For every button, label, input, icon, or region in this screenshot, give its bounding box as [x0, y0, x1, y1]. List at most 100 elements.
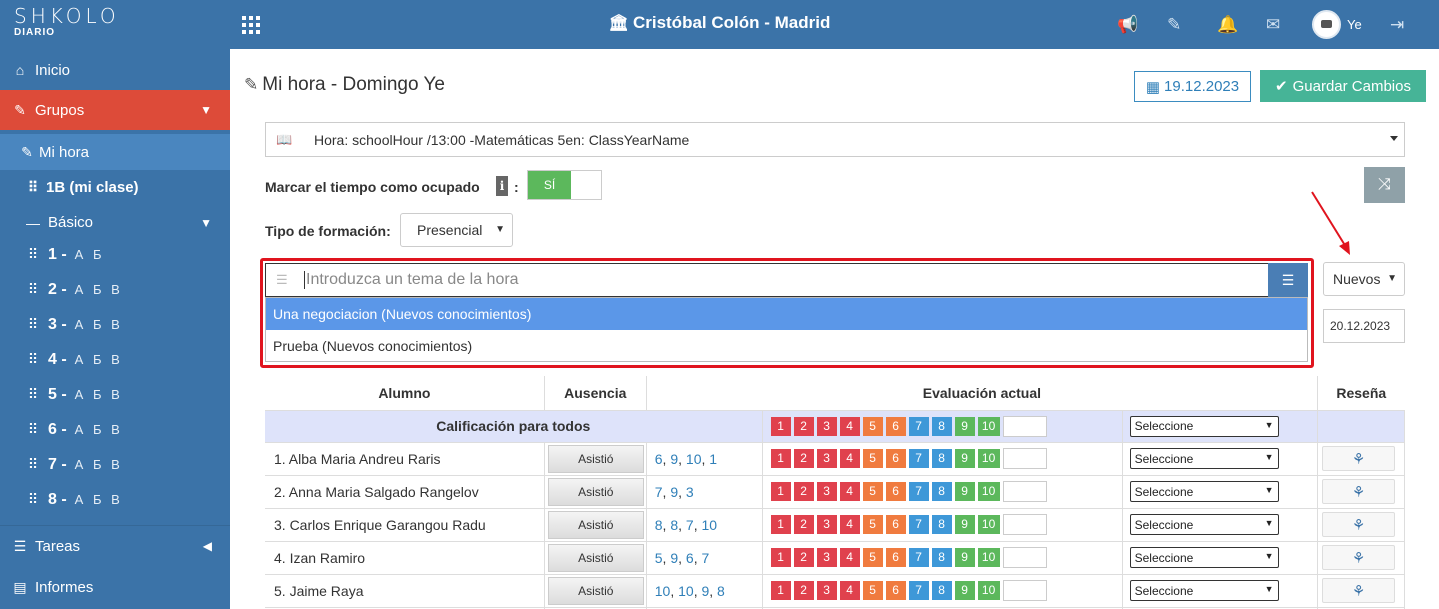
grade-2-button[interactable]: 2: [793, 449, 814, 468]
column-header[interactable]: Ausencia: [544, 376, 647, 411]
training-type-select[interactable]: Presencial ▼: [400, 213, 513, 247]
select-dropdown[interactable]: Seleccione ▼: [1129, 481, 1279, 502]
sidebar-item-reports[interactable]: ▤ Informes: [0, 567, 230, 607]
grade-input[interactable]: [1002, 448, 1047, 469]
sidebar-item-basic[interactable]: — Básico ▼: [0, 205, 230, 240]
grade-9-button[interactable]: 9: [954, 581, 975, 600]
grade-input[interactable]: [1002, 481, 1047, 502]
user-name[interactable]: Ye: [1347, 17, 1362, 32]
previous-grade-link[interactable]: 7: [701, 550, 709, 566]
award-icon[interactable]: ⚘: [1322, 578, 1396, 603]
grade-7-button[interactable]: 7: [908, 482, 929, 501]
grade-5-button[interactable]: 5: [862, 581, 883, 600]
grade-7-button[interactable]: 7: [908, 581, 929, 600]
topic-list-button[interactable]: ☰: [1268, 263, 1308, 297]
grade-9-button[interactable]: 9: [954, 515, 975, 534]
grade-6-button[interactable]: 6: [885, 449, 906, 468]
grade-9-button[interactable]: 9: [954, 548, 975, 567]
grade-5-button[interactable]: 5: [862, 482, 883, 501]
date-picker-button[interactable]: ▦ 19.12.2023: [1134, 71, 1251, 102]
attendance-button[interactable]: Asistió: [547, 576, 644, 605]
sidebar-item-grade-1[interactable]: ⠿ 1 - А Б: [0, 237, 230, 272]
sidebar-item-grade-2[interactable]: ⠿ 2 - А Б В: [0, 272, 230, 307]
grade-7-button[interactable]: 7: [908, 515, 929, 534]
sidebar-item-grade-7[interactable]: ⠿ 7 - А Б В: [0, 447, 230, 482]
previous-grade-link[interactable]: 8: [717, 583, 725, 599]
grade-6-button[interactable]: 6: [885, 548, 906, 567]
previous-grade-link[interactable]: 8: [655, 517, 663, 533]
previous-grade-link[interactable]: 8: [670, 517, 678, 533]
grade-3-button[interactable]: 3: [816, 449, 837, 468]
grade-2-button[interactable]: 2: [793, 416, 814, 436]
student-name[interactable]: 5. Jaime Raya: [265, 574, 545, 608]
attendance-button[interactable]: Asistió: [547, 543, 644, 572]
grade-8-button[interactable]: 8: [931, 581, 952, 600]
grade-9-button[interactable]: 9: [954, 482, 975, 501]
busy-time-toggle[interactable]: SÍ: [527, 170, 602, 200]
grade-10-button[interactable]: 10: [977, 581, 1000, 600]
grade-1-button[interactable]: 1: [770, 581, 791, 600]
dropdown-option[interactable]: Prueba (Nuevos conocimientos): [266, 330, 1307, 362]
topic-date-input[interactable]: 20.12.2023: [1323, 309, 1405, 343]
attendance-button[interactable]: Asistió: [547, 477, 644, 506]
grade-4-button[interactable]: 4: [839, 416, 860, 436]
grade-4-button[interactable]: 4: [839, 548, 860, 567]
grade-4-button[interactable]: 4: [839, 482, 860, 501]
award-icon[interactable]: ⚘: [1322, 545, 1396, 570]
envelope-icon[interactable]: ✉: [1266, 15, 1280, 35]
grade-5-button[interactable]: 5: [862, 548, 883, 567]
edit-icon[interactable]: ✎: [1167, 15, 1181, 35]
topic-type-select[interactable]: Nuevos ▼: [1323, 262, 1405, 296]
sidebar-item-my-class[interactable]: ⠿ 1B (mi clase): [0, 170, 230, 205]
sidebar-item-grade-5[interactable]: ⠿ 5 - А Б В: [0, 377, 230, 412]
previous-grade-link[interactable]: 9: [670, 484, 678, 500]
grade-4-button[interactable]: 4: [839, 515, 860, 534]
grade-input[interactable]: [1002, 415, 1047, 437]
grade-4-button[interactable]: 4: [839, 581, 860, 600]
dropdown-option[interactable]: Una negociacion (Nuevos conocimientos): [266, 298, 1307, 330]
select-dropdown[interactable]: Seleccione ▼: [1129, 448, 1279, 469]
bell-icon[interactable]: 🔔: [1217, 15, 1238, 35]
sidebar-item-grade-6[interactable]: ⠿ 6 - А Б В: [0, 412, 230, 447]
previous-grade-link[interactable]: 6: [686, 550, 694, 566]
attendance-button[interactable]: Asistió: [547, 444, 644, 473]
grade-5-button[interactable]: 5: [862, 416, 883, 436]
sidebar-item-groups[interactable]: ✎ Grupos ▼: [0, 90, 230, 130]
student-name[interactable]: 1. Alba Maria Andreu Raris: [265, 442, 545, 476]
grade-9-button[interactable]: 9: [954, 449, 975, 468]
avatar[interactable]: [1312, 10, 1341, 39]
logout-icon[interactable]: ⇥: [1390, 15, 1404, 35]
shuffle-button[interactable]: ⤨: [1364, 167, 1405, 203]
grade-1-button[interactable]: 1: [770, 449, 791, 468]
attendance-button[interactable]: Asistió: [547, 510, 644, 539]
grade-3-button[interactable]: 3: [816, 548, 837, 567]
grade-6-button[interactable]: 6: [885, 416, 906, 436]
select-dropdown[interactable]: Seleccione ▼: [1129, 514, 1279, 535]
student-name[interactable]: 3. Carlos Enrique Garangou Radu: [265, 508, 545, 542]
grade-7-button[interactable]: 7: [908, 548, 929, 567]
grade-8-button[interactable]: 8: [931, 515, 952, 534]
grade-3-button[interactable]: 3: [816, 581, 837, 600]
sidebar-item-my-hour[interactable]: ✎ Mi hora: [0, 134, 230, 170]
info-icon[interactable]: i: [496, 176, 508, 196]
grade-input[interactable]: [1002, 547, 1047, 568]
grade-6-button[interactable]: 6: [885, 581, 906, 600]
grade-6-button[interactable]: 6: [885, 515, 906, 534]
previous-grade-link[interactable]: 5: [655, 550, 663, 566]
grade-2-button[interactable]: 2: [793, 515, 814, 534]
grade-10-button[interactable]: 10: [977, 449, 1000, 468]
previous-grade-link[interactable]: 3: [686, 484, 694, 500]
grade-10-button[interactable]: 10: [977, 548, 1000, 567]
grade-10-button[interactable]: 10: [977, 515, 1000, 534]
grade-9-button[interactable]: 9: [954, 416, 975, 436]
save-button[interactable]: ✔ Guardar Cambios: [1260, 70, 1426, 102]
student-name[interactable]: 2. Anna Maria Salgado Rangelov: [265, 475, 545, 509]
grade-8-button[interactable]: 8: [931, 416, 952, 436]
grade-1-button[interactable]: 1: [770, 548, 791, 567]
grade-1-button[interactable]: 1: [770, 515, 791, 534]
grade-8-button[interactable]: 8: [931, 449, 952, 468]
grade-10-button[interactable]: 10: [977, 482, 1000, 501]
grade-2-button[interactable]: 2: [793, 482, 814, 501]
previous-grade-link[interactable]: 10: [655, 583, 671, 599]
award-icon[interactable]: ⚘: [1322, 512, 1396, 537]
